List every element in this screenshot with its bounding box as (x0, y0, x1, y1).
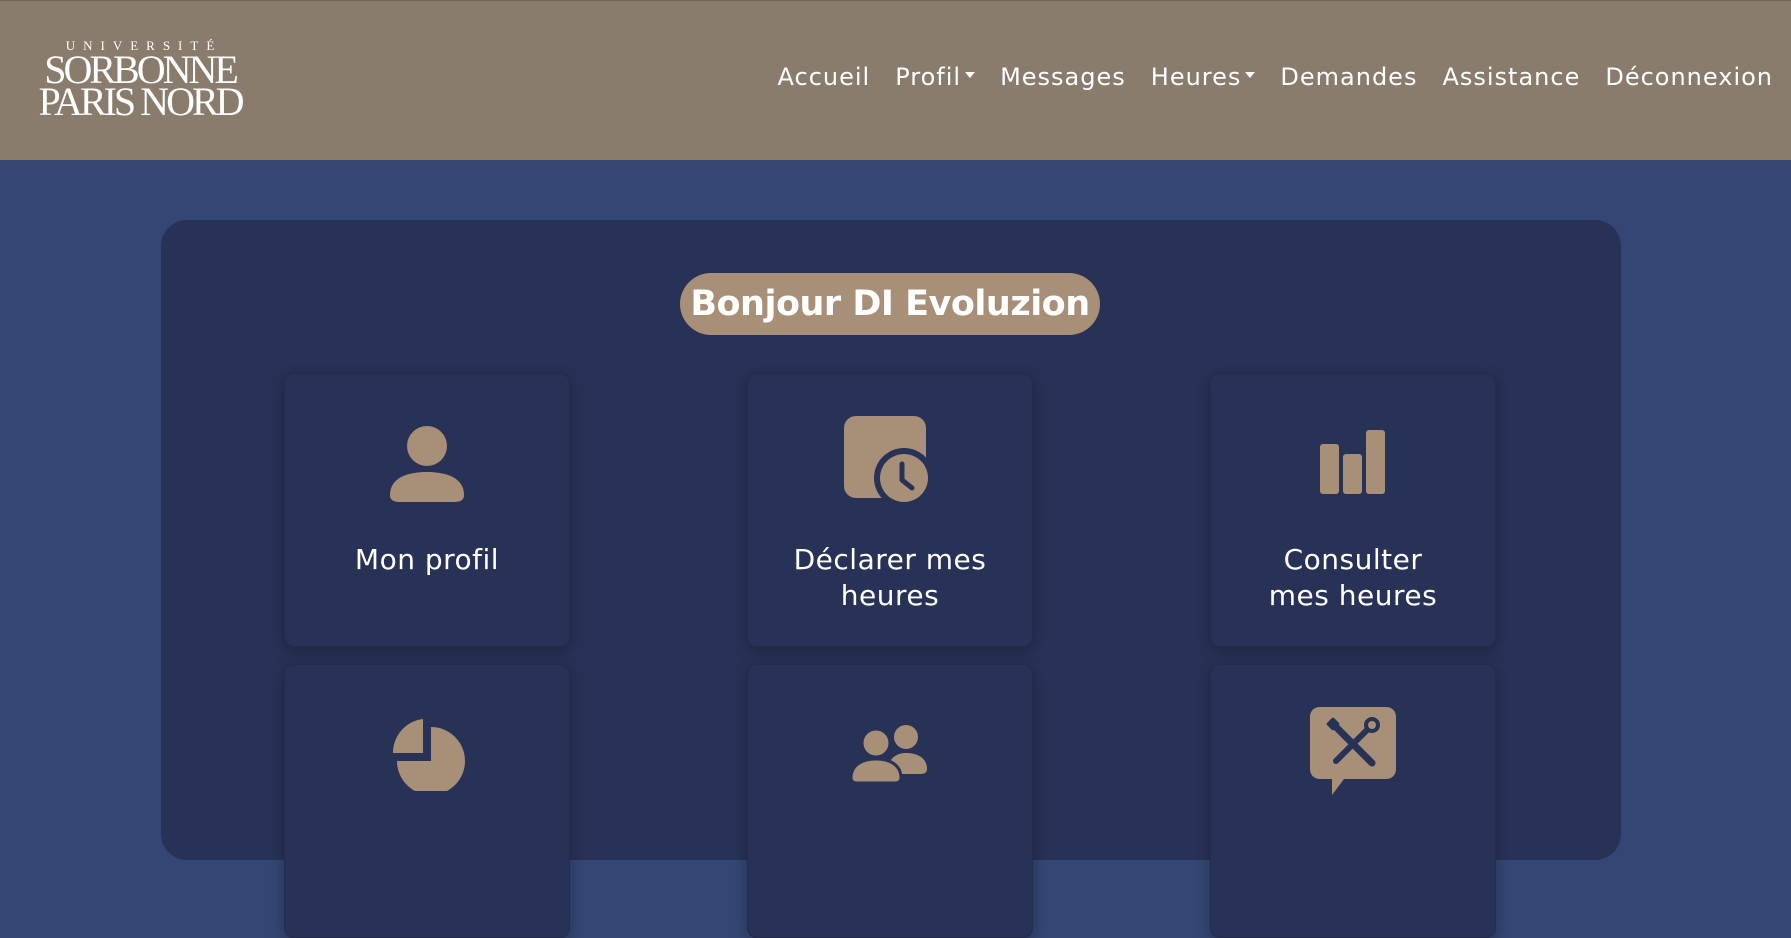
nav-item-profil-label: Profil (895, 63, 962, 91)
top-navbar: UNIVERSITÉ SORBONNE PARIS NORD Accueil P… (0, 0, 1791, 160)
nav-item-heures-dropdown[interactable]: Heures (1151, 63, 1256, 91)
person-icon (285, 414, 569, 510)
calendar-clock-icon (748, 414, 1032, 510)
nav-item-assistance[interactable]: Assistance (1442, 63, 1580, 91)
card-mon-profil[interactable]: Mon profil (284, 373, 570, 647)
card-label-declarer-heures: Déclarer mes heures (793, 543, 987, 612)
university-logo[interactable]: UNIVERSITÉ SORBONNE PARIS NORD (24, 39, 256, 123)
nav-item-deconnexion[interactable]: Déconnexion (1605, 63, 1773, 91)
nav-item-heures-label: Heures (1150, 63, 1242, 91)
nav-menu: Accueil Profil Messages Heures Demandes … (753, 63, 1774, 91)
nav-item-messages[interactable]: Messages (1000, 63, 1126, 91)
nav-item-profil-dropdown[interactable]: Profil (895, 63, 976, 91)
nav-item-demandes[interactable]: Demandes (1280, 63, 1417, 91)
card-assistance[interactable] (1210, 664, 1496, 938)
card-consulter-heures[interactable]: Consulter mes heures (1210, 373, 1496, 647)
card-label-mon-profil: Mon profil (354, 543, 500, 576)
logo-line-paris-nord: PARIS NORD (38, 79, 244, 124)
nav-item-accueil[interactable]: Accueil (778, 63, 871, 91)
pie-chart-icon (285, 705, 569, 801)
people-icon (748, 705, 1032, 801)
card-groupes[interactable] (747, 664, 1033, 938)
bar-chart-icon (1211, 414, 1495, 510)
card-statistiques[interactable] (284, 664, 570, 938)
caret-down-icon (965, 72, 976, 78)
card-label-consulter-heures: Consulter mes heures (1268, 543, 1438, 612)
tools-chat-icon (1211, 705, 1495, 801)
caret-down-icon (1245, 72, 1256, 78)
greeting-badge: Bonjour DI Evoluzion (680, 273, 1100, 335)
card-declarer-heures[interactable]: Déclarer mes heures (747, 373, 1033, 647)
